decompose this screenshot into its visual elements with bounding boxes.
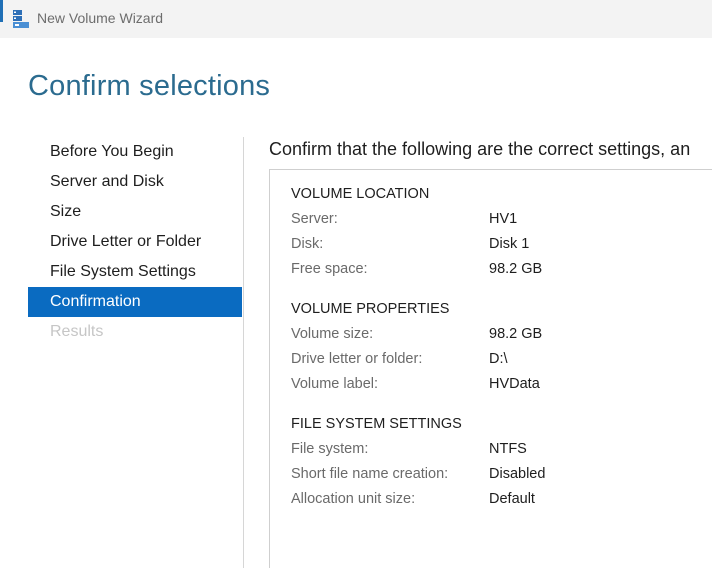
row-value: Disabled (489, 466, 546, 482)
nav-item-confirmation[interactable]: Confirmation (28, 287, 242, 317)
nav-item-server-and-disk[interactable]: Server and Disk (28, 167, 242, 197)
page-title: Confirm selections (28, 70, 271, 102)
row-value: Disk 1 (489, 236, 530, 252)
row-value: HV1 (489, 211, 518, 227)
summary-row: Disk: Disk 1 (291, 232, 711, 257)
summary-row: Drive letter or folder: D:\ (291, 347, 711, 372)
nav-divider (243, 137, 244, 568)
section-title: VOLUME LOCATION (291, 186, 430, 202)
server-manager-icon (13, 10, 29, 28)
summary-row: Server: HV1 (291, 207, 711, 232)
section-volume-properties: VOLUME PROPERTIES Volume size: 98.2 GB D… (291, 297, 711, 397)
section-title: FILE SYSTEM SETTINGS (291, 416, 462, 432)
title-bar: New Volume Wizard (0, 0, 712, 38)
row-value: NTFS (489, 441, 527, 457)
row-label: Free space: (291, 261, 368, 277)
window-accent-edge (0, 0, 3, 22)
nav-item-file-system-settings[interactable]: File System Settings (28, 257, 242, 287)
section-title: VOLUME PROPERTIES (291, 301, 450, 317)
row-label: Drive letter or folder: (291, 351, 423, 367)
row-label: Server: (291, 211, 338, 227)
row-label: Allocation unit size: (291, 491, 416, 507)
nav-item-before-you-begin[interactable]: Before You Begin (28, 137, 242, 167)
window-title: New Volume Wizard (37, 10, 164, 26)
row-label: Short file name creation: (291, 466, 449, 482)
row-label: Disk: (291, 236, 324, 252)
row-label: File system: (291, 441, 369, 457)
summary-row: Free space: 98.2 GB (291, 257, 711, 282)
summary-row: Allocation unit size: Default (291, 487, 711, 512)
summary-row: File system: NTFS (291, 437, 711, 462)
row-value: Default (489, 491, 535, 507)
summary-row: Volume label: HVData (291, 372, 711, 397)
row-value: 98.2 GB (489, 326, 543, 342)
summary-row: Short file name creation: Disabled (291, 462, 711, 487)
nav-item-drive-letter[interactable]: Drive Letter or Folder (28, 227, 242, 257)
section-volume-location: VOLUME LOCATION Server: HV1 Disk: Disk 1… (291, 182, 711, 282)
nav-item-results: Results (50, 323, 104, 340)
intro-text: Confirm that the following are the corre… (269, 139, 691, 159)
nav-item-size[interactable]: Size (28, 197, 242, 227)
row-value: 98.2 GB (489, 261, 543, 277)
section-file-system-settings: FILE SYSTEM SETTINGS File system: NTFS S… (291, 412, 711, 512)
row-label: Volume size: (291, 326, 374, 342)
summary-row: Volume size: 98.2 GB (291, 322, 711, 347)
row-label: Volume label: (291, 376, 379, 392)
row-value: D:\ (489, 351, 508, 367)
row-value: HVData (489, 376, 540, 392)
wizard-nav: Before You Begin Server and Disk Size Dr… (28, 137, 242, 347)
summary-box[interactable]: VOLUME LOCATION Server: HV1 Disk: Disk 1… (269, 169, 712, 568)
